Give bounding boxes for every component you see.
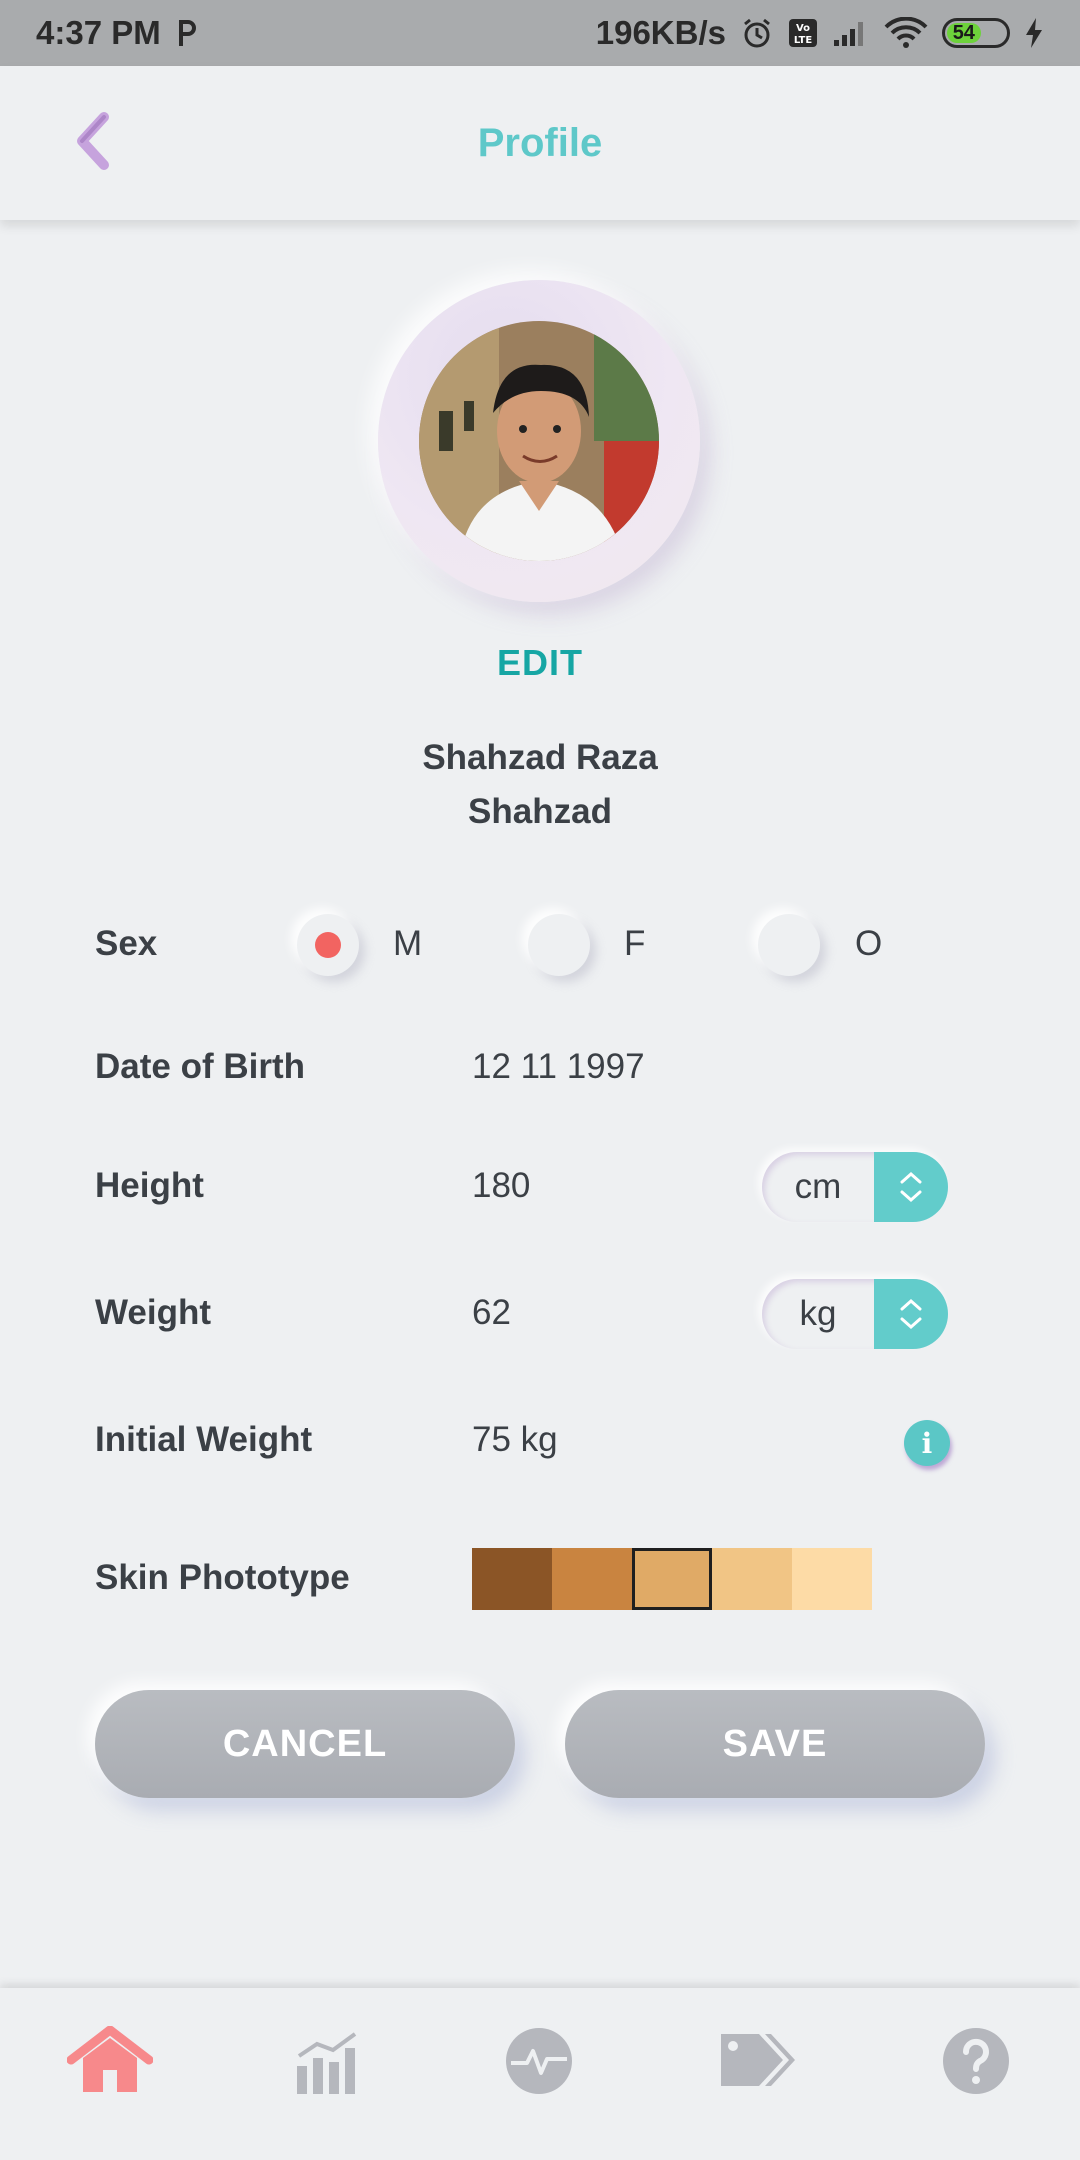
nav-home[interactable]	[65, 2018, 155, 2108]
avatar	[419, 321, 659, 561]
height-unit: cm	[794, 1167, 842, 1206]
dob-value[interactable]: 12 11 1997	[472, 1047, 645, 1087]
nav-activity[interactable]	[494, 2018, 584, 2108]
page-title: Profile	[477, 120, 603, 165]
initial-weight-value: 75 kg	[472, 1420, 558, 1459]
weight-unit-select[interactable]: kg	[762, 1279, 948, 1349]
weight-unit: kg	[799, 1294, 837, 1333]
battery-icon: 54	[942, 18, 1010, 48]
sex-radio-o[interactable]	[758, 914, 820, 976]
network-speed: 196KB/s	[595, 14, 726, 51]
full-name: Shahzad Raza	[422, 738, 658, 777]
skin-phototype-label: Skin Phototype	[95, 1558, 350, 1597]
help-icon	[940, 2025, 1012, 2102]
sex-radio-m[interactable]	[297, 914, 359, 976]
tags-icon	[717, 2028, 797, 2099]
initial-weight-label: Initial Weight	[95, 1420, 313, 1459]
unit-spinner-icon[interactable]	[874, 1279, 948, 1349]
sex-option-o: O	[855, 924, 883, 963]
volte-icon: Vo LTE	[788, 18, 818, 48]
back-button[interactable]	[62, 110, 122, 176]
charging-icon	[1024, 17, 1044, 49]
height-unit-select[interactable]: cm	[762, 1152, 948, 1222]
avatar-frame[interactable]	[378, 280, 700, 602]
weight-value[interactable]: 62	[472, 1293, 511, 1333]
alarm-icon	[740, 16, 774, 50]
sex-option-m: M	[393, 924, 423, 963]
app-header: Profile	[0, 66, 1080, 220]
signal-icon	[832, 18, 870, 48]
username: Shahzad	[468, 792, 612, 831]
save-button[interactable]: SAVE	[565, 1690, 985, 1798]
status-time: 4:37 PM	[36, 14, 161, 51]
sex-label: Sex	[95, 924, 158, 963]
skin-swatch-1[interactable]	[472, 1548, 552, 1610]
stats-icon	[293, 2026, 363, 2101]
wifi-icon	[884, 17, 928, 49]
skin-swatch-5[interactable]	[792, 1548, 872, 1610]
bottom-nav	[0, 1988, 1080, 2160]
heartbeat-icon	[503, 2025, 575, 2102]
cancel-button[interactable]: CANCEL	[95, 1690, 515, 1798]
info-icon[interactable]: i	[904, 1420, 950, 1466]
status-bar: 4:37 PM 196KB/s Vo LTE 54	[0, 0, 1080, 66]
skin-swatch-4[interactable]	[712, 1548, 792, 1610]
sex-radio-f[interactable]	[528, 914, 590, 976]
weight-label: Weight	[95, 1293, 212, 1332]
dob-label: Date of Birth	[95, 1047, 305, 1086]
chevron-left-icon	[72, 111, 112, 176]
skin-swatch-2[interactable]	[552, 1548, 632, 1610]
nav-offers[interactable]	[712, 2018, 802, 2108]
nav-help[interactable]	[931, 2018, 1021, 2108]
battery-level: 54	[947, 22, 981, 44]
edit-photo-link[interactable]: EDIT	[0, 642, 1080, 684]
svg-text:LTE: LTE	[794, 35, 813, 46]
unit-spinner-icon[interactable]	[874, 1152, 948, 1222]
height-label: Height	[95, 1166, 204, 1205]
sex-option-f: F	[624, 924, 646, 963]
radio-selected-dot	[315, 932, 341, 958]
skin-swatch-3[interactable]	[632, 1548, 712, 1610]
svg-text:Vo: Vo	[796, 23, 810, 34]
height-value[interactable]: 180	[472, 1166, 530, 1206]
home-icon	[66, 2025, 154, 2101]
nav-stats[interactable]	[283, 2018, 373, 2108]
p-icon	[175, 18, 199, 48]
skin-phototype-picker	[472, 1548, 872, 1610]
